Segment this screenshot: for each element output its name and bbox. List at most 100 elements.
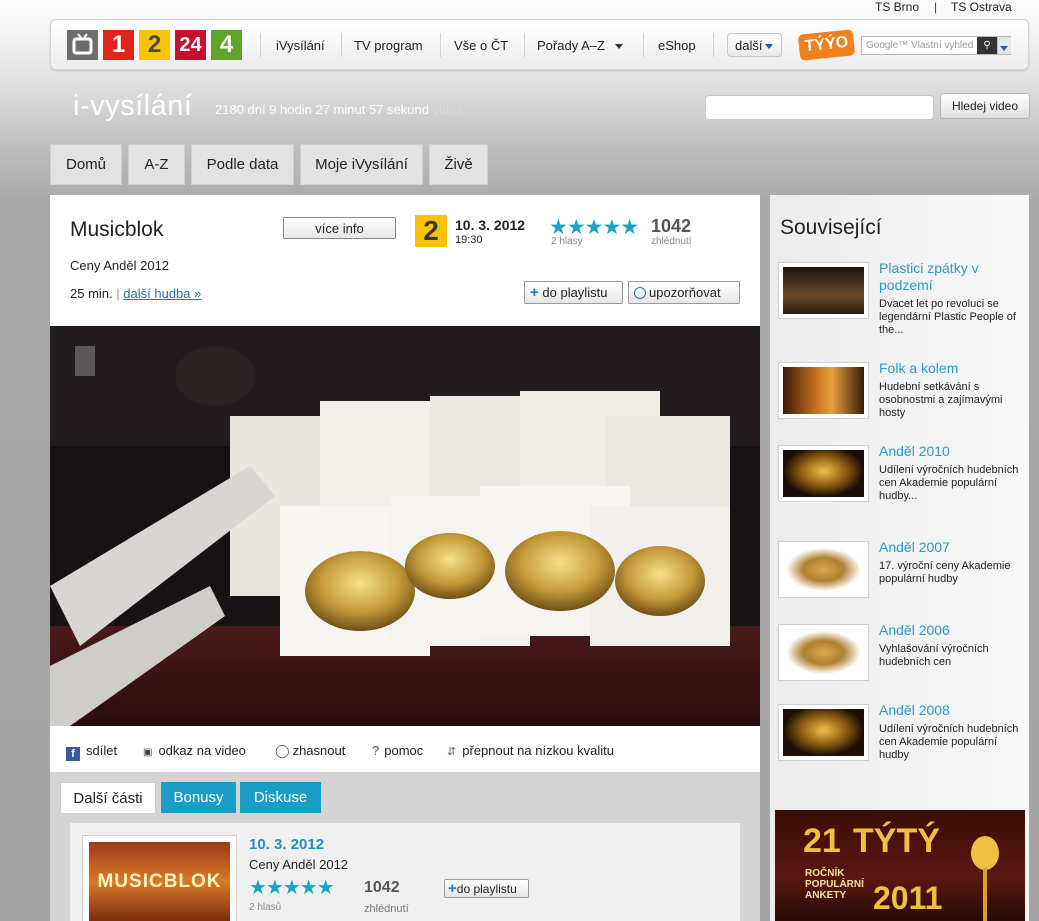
episode-thumbnail-image: MUSICBLOK: [89, 842, 230, 921]
tab-by-date[interactable]: Podle data: [191, 144, 294, 185]
google-search-button[interactable]: ⚲: [977, 37, 997, 54]
related-sidebar: Související Plastici zpátky v podzemí Dv…: [770, 195, 1029, 921]
nav-divider: [341, 33, 342, 57]
angel-statue-image: [783, 629, 864, 676]
promo-line-2: POPULÁRNÍ: [805, 879, 864, 890]
episode-view-label: zhlédnutí: [364, 903, 409, 915]
related-item[interactable]: Anděl 2010 Udílení výročních hudebních c…: [778, 443, 1023, 525]
related-thumbnail[interactable]: [778, 362, 869, 419]
video-player[interactable]: [50, 326, 760, 726]
tab-home[interactable]: Domů: [50, 144, 122, 185]
related-item-title[interactable]: Anděl 2008: [879, 702, 1019, 719]
nav-divider: [260, 33, 261, 57]
tab-bonuses[interactable]: Bonusy: [161, 782, 236, 813]
related-item-title[interactable]: Anděl 2010: [879, 443, 1019, 460]
related-thumbnail[interactable]: [778, 624, 869, 681]
region-link-brno[interactable]: TS Brno: [875, 0, 919, 14]
angel-statue-image: [783, 709, 864, 756]
chevron-down-icon: [614, 44, 623, 50]
tab-live[interactable]: Živě: [429, 144, 488, 185]
video-search-button[interactable]: Hledej video: [940, 93, 1030, 119]
program-subtitle: Ceny Anděl 2012: [70, 258, 170, 273]
promo-year: 2011: [873, 880, 943, 916]
concert-image: [783, 267, 864, 314]
episode-card: MUSICBLOK 10. 3. 2012 Ceny Anděl 2012 ★★…: [70, 823, 740, 921]
related-item[interactable]: Anděl 2006 Vyhlašování výročních hudební…: [778, 622, 1023, 704]
channel-ct2-button[interactable]: 2: [139, 30, 170, 60]
updown-arrows-icon: ⇵: [447, 746, 457, 758]
tab-discussion[interactable]: Diskuse: [240, 782, 321, 813]
nav-porady-az[interactable]: Pořady A–Z: [537, 38, 623, 53]
related-thumbnail[interactable]: [778, 262, 869, 319]
angel-statue-image: [783, 450, 864, 497]
related-title: Související: [780, 216, 882, 239]
program-meta: 25 min. | další hudba »: [70, 286, 201, 301]
notify-label: upozorňovat: [649, 285, 721, 300]
related-thumbnail[interactable]: [778, 445, 869, 502]
broadcast-date: 10. 3. 2012: [455, 217, 526, 233]
more-dropdown-label: další: [735, 38, 763, 53]
related-item-title[interactable]: Anděl 2006: [879, 622, 1019, 639]
tyyo-logo[interactable]: TÝÝO: [797, 29, 856, 61]
tyty-promo-banner[interactable]: 21 TÝTÝ ROČNÍK POPULÁRNÍ ANKETY 2011: [775, 810, 1025, 921]
channel-ct4-button[interactable]: 4: [211, 30, 242, 60]
tab-other-parts[interactable]: Další části: [60, 782, 156, 813]
episode-add-playlist-button[interactable]: +do playlistu: [444, 879, 529, 898]
nav-ivysilani[interactable]: iVysílání: [276, 38, 325, 53]
related-item-title[interactable]: Folk a kolem: [879, 360, 1019, 377]
help-button[interactable]: ? pomoc: [372, 743, 423, 758]
more-info-button[interactable]: více info: [283, 217, 396, 239]
channel-ct1-button[interactable]: 1: [103, 30, 134, 60]
promo-brand: TÝTÝ: [853, 822, 940, 860]
episode-rating-stars[interactable]: ★★★★★: [249, 875, 335, 900]
tv-icon: [72, 33, 93, 55]
nav-eshop[interactable]: eShop: [658, 38, 696, 53]
nav-divider: [713, 33, 714, 57]
add-to-playlist-button[interactable]: + do playlistu: [524, 281, 623, 304]
related-item[interactable]: Plastici zpátky v podzemí Dvacet let po …: [778, 260, 1023, 342]
tab-my-ivysilani[interactable]: Moje iVysílání: [300, 144, 423, 185]
archive-stats-text: 2180 dní 9 hodin 27 minut 57 sekund: [215, 102, 429, 117]
guitar-image: [783, 367, 864, 414]
ct-home-logo[interactable]: [67, 30, 98, 60]
nav-porady-az-label: Pořady A–Z: [537, 38, 605, 53]
related-item-title[interactable]: Plastici zpátky v podzemí: [879, 260, 1019, 294]
channel-ct24-button[interactable]: 24: [175, 30, 206, 60]
rating-votes: 2 hlasy: [551, 236, 583, 247]
dim-lights-button[interactable]: ◯ zhasnout: [275, 743, 345, 759]
episode-thumbnail[interactable]: MUSICBLOK: [82, 835, 237, 921]
more-dropdown-button[interactable]: další: [727, 33, 782, 57]
plus-icon: +: [448, 880, 457, 897]
related-item-desc: Udílení výročních hudebních cen Akademie…: [879, 464, 1019, 502]
quality-switch-button[interactable]: ⇵ přepnout na nízkou kvalitu: [447, 743, 614, 758]
google-search-options[interactable]: [997, 37, 1011, 54]
ivysilani-logo[interactable]: i-vysílání: [73, 90, 192, 123]
related-item-title[interactable]: Anděl 2007: [879, 539, 1019, 556]
video-link-button[interactable]: ▣ odkaz na video: [143, 743, 246, 758]
region-link-ostrava[interactable]: TS Ostrava: [951, 0, 1012, 14]
video-frame: [50, 326, 760, 726]
episode-view-count: 1042: [364, 879, 400, 896]
episode-date-link[interactable]: 10. 3. 2012: [249, 836, 324, 853]
episode-add-playlist-label: do playlistu: [456, 882, 517, 896]
facebook-icon: f: [66, 747, 80, 761]
related-item-desc: Hudební setkávání s osobnostmi a zajímav…: [879, 381, 1003, 419]
nav-divider: [440, 33, 441, 57]
tab-a-z[interactable]: A-Z: [128, 144, 185, 185]
add-to-playlist-label: do playlistu: [542, 285, 608, 300]
nav-tv-program[interactable]: TV program: [354, 38, 423, 53]
related-item[interactable]: Anděl 2008 Udílení výročních hudebních c…: [778, 702, 1023, 784]
related-item[interactable]: Folk a kolem Hudební setkávání s osobnos…: [778, 360, 1023, 442]
related-item[interactable]: Anděl 2007 17. výroční ceny Akademie pop…: [778, 539, 1023, 621]
nav-divider: [643, 33, 644, 57]
video-search-input[interactable]: [705, 95, 934, 120]
view-count-label: zhlédnutí: [651, 236, 692, 247]
more-music-link[interactable]: další hudba »: [123, 286, 201, 301]
share-button[interactable]: f sdílet: [66, 743, 117, 761]
promo-line-3: ANKETY: [805, 890, 847, 901]
nav-divider: [524, 33, 525, 57]
notify-button[interactable]: upozorňovat: [628, 281, 740, 304]
related-thumbnail[interactable]: [778, 541, 869, 598]
related-thumbnail[interactable]: [778, 704, 869, 761]
nav-vse-o-ct[interactable]: Vše o ČT: [454, 38, 508, 53]
